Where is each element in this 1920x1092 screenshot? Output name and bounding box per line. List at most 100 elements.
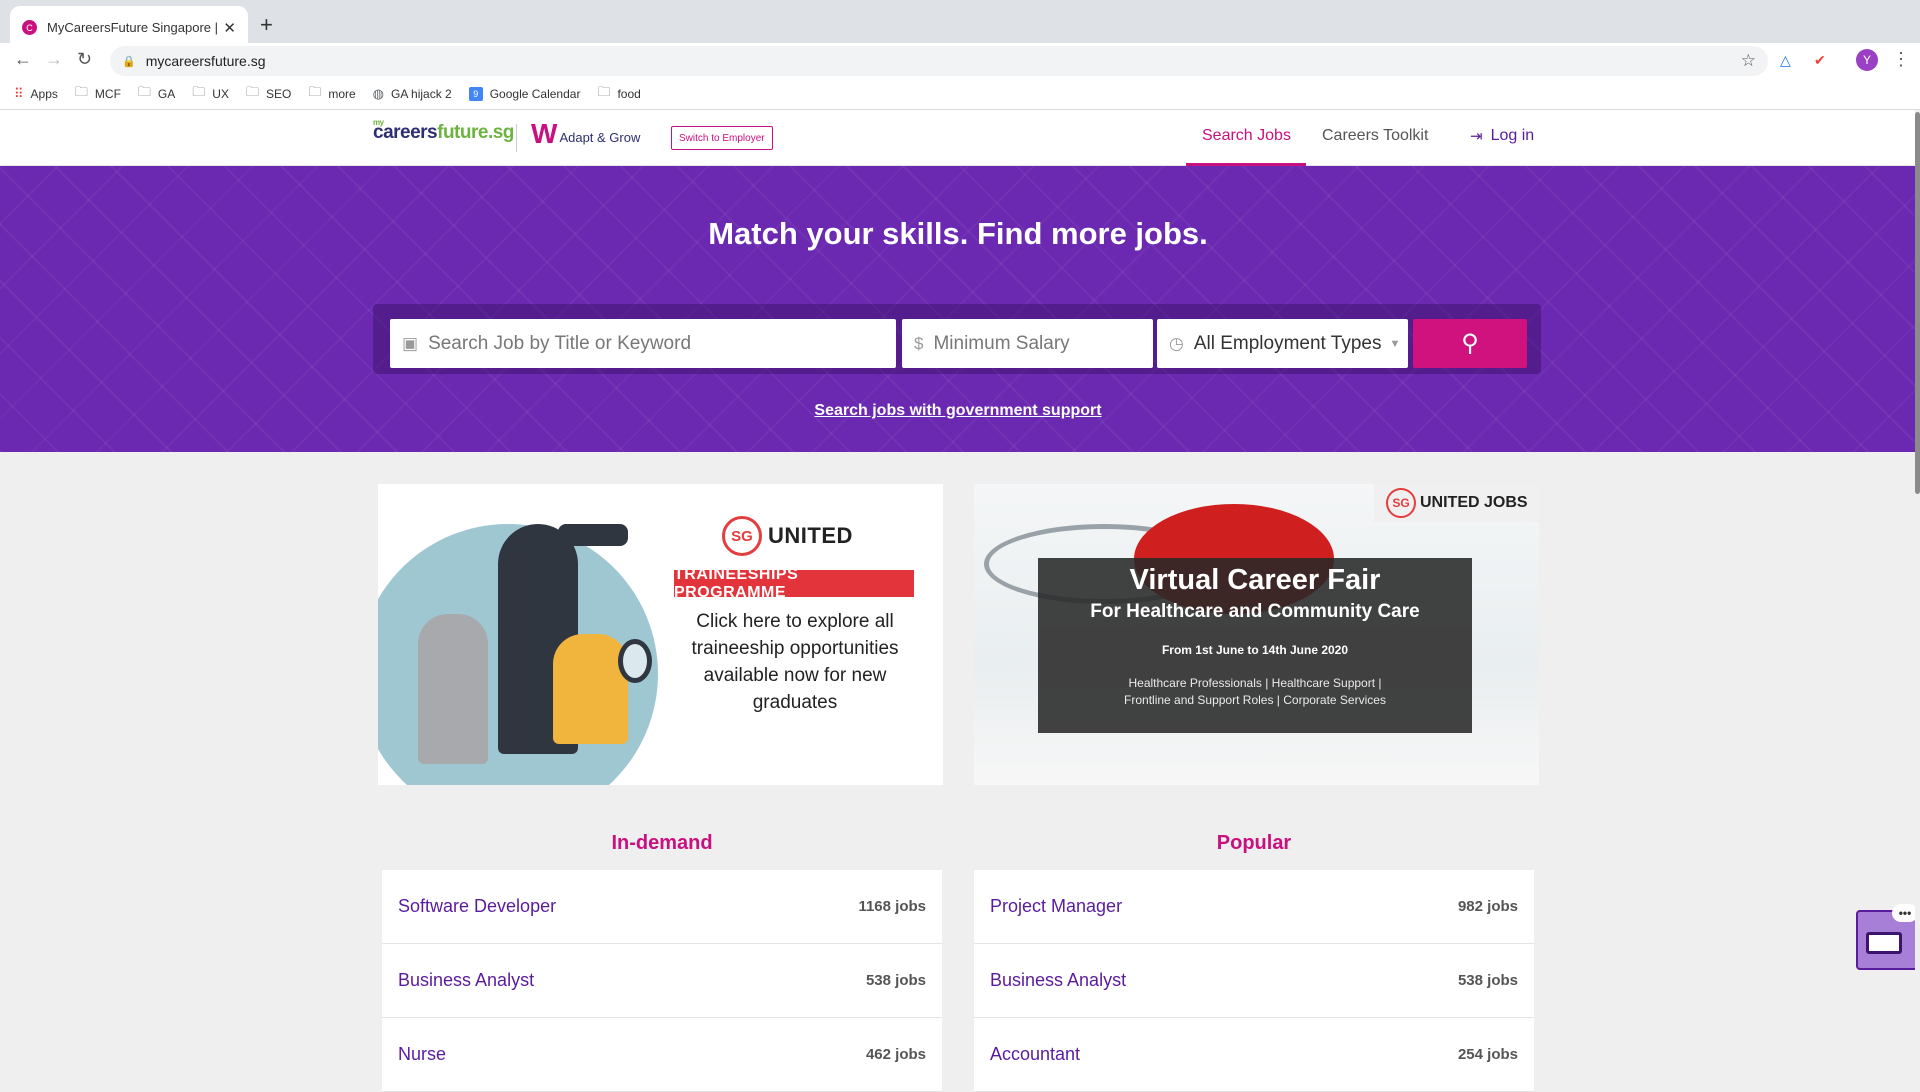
chevron-down-icon: ▼	[1389, 337, 1401, 350]
job-title-link[interactable]: Nurse	[398, 1044, 446, 1065]
minimum-salary-input[interactable]: $ Minimum Salary	[902, 319, 1153, 368]
logo-future: future.sg	[437, 122, 514, 143]
bookmark-apps[interactable]: ⠿ Apps	[14, 86, 58, 102]
reload-icon[interactable]: ↻	[77, 49, 92, 70]
job-count: 538 jobs	[1457, 972, 1518, 989]
traineeship-banner[interactable]: SG UNITED TRAINEESHIPS PROGRAMME Click h…	[378, 484, 943, 785]
nav-search-jobs[interactable]: Search Jobs	[1202, 127, 1291, 145]
job-search-bar: ▣ Search Job by Title or Keyword $ Minim…	[373, 304, 1541, 374]
search-button[interactable]: ⚲	[1413, 319, 1527, 368]
browser-toolbar: ← → ↻ 🔒 mycareersfuture.sg ☆ △ ✔ Y ⋮	[0, 43, 1920, 79]
job-count: 462 jobs	[865, 1046, 926, 1063]
bookmark-google-calendar[interactable]: 9 Google Calendar	[468, 87, 580, 101]
sg-united-logo: SG UNITED	[722, 516, 853, 556]
categories-line-2: Frontline and Support Roles | Corporate …	[1124, 693, 1386, 707]
login-icon: ⇥	[1470, 128, 1483, 145]
back-arrow-icon[interactable]: ←	[14, 49, 32, 70]
sg-united-jobs-logo: SG UNITED JOBS	[1374, 484, 1539, 522]
career-fair-info-box: Virtual Career Fair For Healthcare and C…	[1038, 558, 1472, 733]
in-demand-heading: In-demand	[611, 832, 713, 854]
adapt-grow-logo[interactable]: W Adapt & Grow	[531, 120, 640, 148]
nav-careers-toolkit[interactable]: Careers Toolkit	[1322, 127, 1428, 145]
job-count: 1168 jobs	[858, 898, 926, 915]
career-fair-title: Virtual Career Fair	[1129, 564, 1381, 596]
search-icon: ⚲	[1461, 330, 1479, 357]
site-header: my careersfuture.sg W Adapt & Grow Switc…	[0, 110, 1920, 166]
chatbot-button[interactable]: •••	[1856, 904, 1918, 970]
bookmark-seo[interactable]: 🗀 SEO	[246, 83, 291, 105]
list-item[interactable]: Nurse 462 jobs	[382, 1018, 942, 1092]
profile-avatar[interactable]: Y	[1856, 49, 1878, 71]
mycareersfuture-logo[interactable]: my careersfuture.sg	[373, 118, 514, 144]
illustration-person-magnifier	[553, 634, 628, 744]
sg-united-text: UNITED	[768, 523, 853, 548]
job-title-link[interactable]: Business Analyst	[398, 970, 534, 991]
list-item[interactable]: Accountant 254 jobs	[974, 1018, 1534, 1092]
magnifier-icon	[618, 639, 652, 683]
bookmark-label: more	[328, 87, 356, 101]
bookmark-ga[interactable]: 🗀 GA	[138, 83, 175, 105]
browser-menu-icon[interactable]: ⋮	[1892, 49, 1910, 70]
employment-type-select[interactable]: ◷ All Employment Types ▼	[1157, 319, 1408, 368]
folder-icon: 🗀	[597, 84, 611, 99]
job-title-link[interactable]: Software Developer	[398, 896, 556, 917]
job-title-link[interactable]: Project Manager	[990, 896, 1122, 917]
tab-title: MyCareersFuture Singapore | F	[47, 20, 217, 35]
list-item[interactable]: Software Developer 1168 jobs	[382, 870, 942, 944]
career-fair-subtitle: For Healthcare and Community Care	[1090, 601, 1420, 622]
forward-arrow-icon[interactable]: →	[45, 49, 63, 70]
new-tab-icon[interactable]: +	[260, 12, 273, 38]
list-item[interactable]: Business Analyst 538 jobs	[382, 944, 942, 1018]
sg-logo-mark: SG	[1386, 488, 1416, 518]
list-item[interactable]: Business Analyst 538 jobs	[974, 944, 1534, 1018]
job-count: 982 jobs	[1457, 898, 1518, 915]
switch-to-employer-button[interactable]: Switch to Employer	[671, 126, 773, 150]
salary-placeholder: Minimum Salary	[933, 332, 1070, 354]
folder-icon: 🗀	[74, 84, 88, 99]
dollar-icon: $	[914, 333, 924, 353]
bookmark-star-icon[interactable]: ☆	[1741, 51, 1756, 71]
bookmark-label: food	[617, 87, 641, 101]
hero-section: Match your skills. Find more jobs. ▣ Sea…	[0, 166, 1920, 452]
briefcase-icon: ▣	[402, 333, 419, 353]
bookmark-food[interactable]: 🗀 food	[597, 83, 640, 105]
in-demand-job-list: Software Developer 1168 jobs Business An…	[382, 870, 942, 1092]
extension-triangle-icon[interactable]: △	[1780, 52, 1791, 69]
government-support-link[interactable]: Search jobs with government support	[0, 402, 1916, 420]
keyword-search-input[interactable]: ▣ Search Job by Title or Keyword	[390, 319, 896, 368]
address-url: mycareersfuture.sg	[145, 53, 266, 69]
virtual-career-fair-banner[interactable]: SG UNITED JOBS Virtual Career Fair For H…	[974, 484, 1539, 785]
telescope-icon	[558, 524, 628, 546]
scrollbar-thumb[interactable]	[1915, 112, 1920, 494]
tab-close-icon[interactable]: ✕	[223, 19, 236, 37]
illustration-person-laptop	[418, 614, 488, 764]
job-count: 254 jobs	[1457, 1046, 1518, 1063]
bookmark-mcf[interactable]: 🗀 MCF	[75, 83, 121, 105]
job-title-link[interactable]: Accountant	[990, 1044, 1080, 1065]
bookmark-label: SEO	[265, 87, 292, 101]
address-bar[interactable]: 🔒 mycareersfuture.sg ☆	[110, 46, 1768, 76]
popular-heading: Popular	[1216, 832, 1292, 854]
extension-color-icon[interactable]: ✔	[1814, 52, 1826, 69]
bookmark-ga-hijack[interactable]: ◍ GA hijack 2	[373, 86, 452, 102]
list-item[interactable]: Project Manager 982 jobs	[974, 870, 1534, 944]
employment-type-value: All Employment Types	[1193, 332, 1382, 354]
career-fair-categories: Healthcare Professionals | Healthcare Su…	[1038, 675, 1472, 709]
categories-line-1: Healthcare Professionals | Healthcare Su…	[1128, 676, 1382, 690]
popular-job-list: Project Manager 982 jobs Business Analys…	[974, 870, 1534, 1092]
lock-icon[interactable]: 🔒	[122, 55, 136, 68]
traineeship-description: Click here to explore all traineeship op…	[691, 611, 899, 713]
bookmarks-bar: ⠿ Apps 🗀 MCF 🗀 GA 🗀 UX 🗀 SEO 🗀 more ◍ GA…	[0, 79, 1920, 110]
folder-icon: 🗀	[137, 84, 151, 99]
browser-tabstrip: C MyCareersFuture Singapore | F ✕ +	[0, 0, 1920, 49]
bookmark-ux[interactable]: 🗀 UX	[192, 83, 229, 105]
page-scrollbar[interactable]	[1915, 110, 1920, 1080]
adapt-grow-mark-icon: W	[531, 118, 558, 149]
stopwatch-icon: ◷	[1169, 333, 1184, 353]
bookmark-more[interactable]: 🗀 more	[308, 83, 355, 105]
globe-icon: ◍	[372, 86, 385, 101]
job-title-link[interactable]: Business Analyst	[990, 970, 1126, 991]
nav-login[interactable]: ⇥ Log in	[1470, 127, 1534, 145]
logo-my: my	[373, 118, 384, 127]
keyword-placeholder: Search Job by Title or Keyword	[428, 332, 692, 354]
